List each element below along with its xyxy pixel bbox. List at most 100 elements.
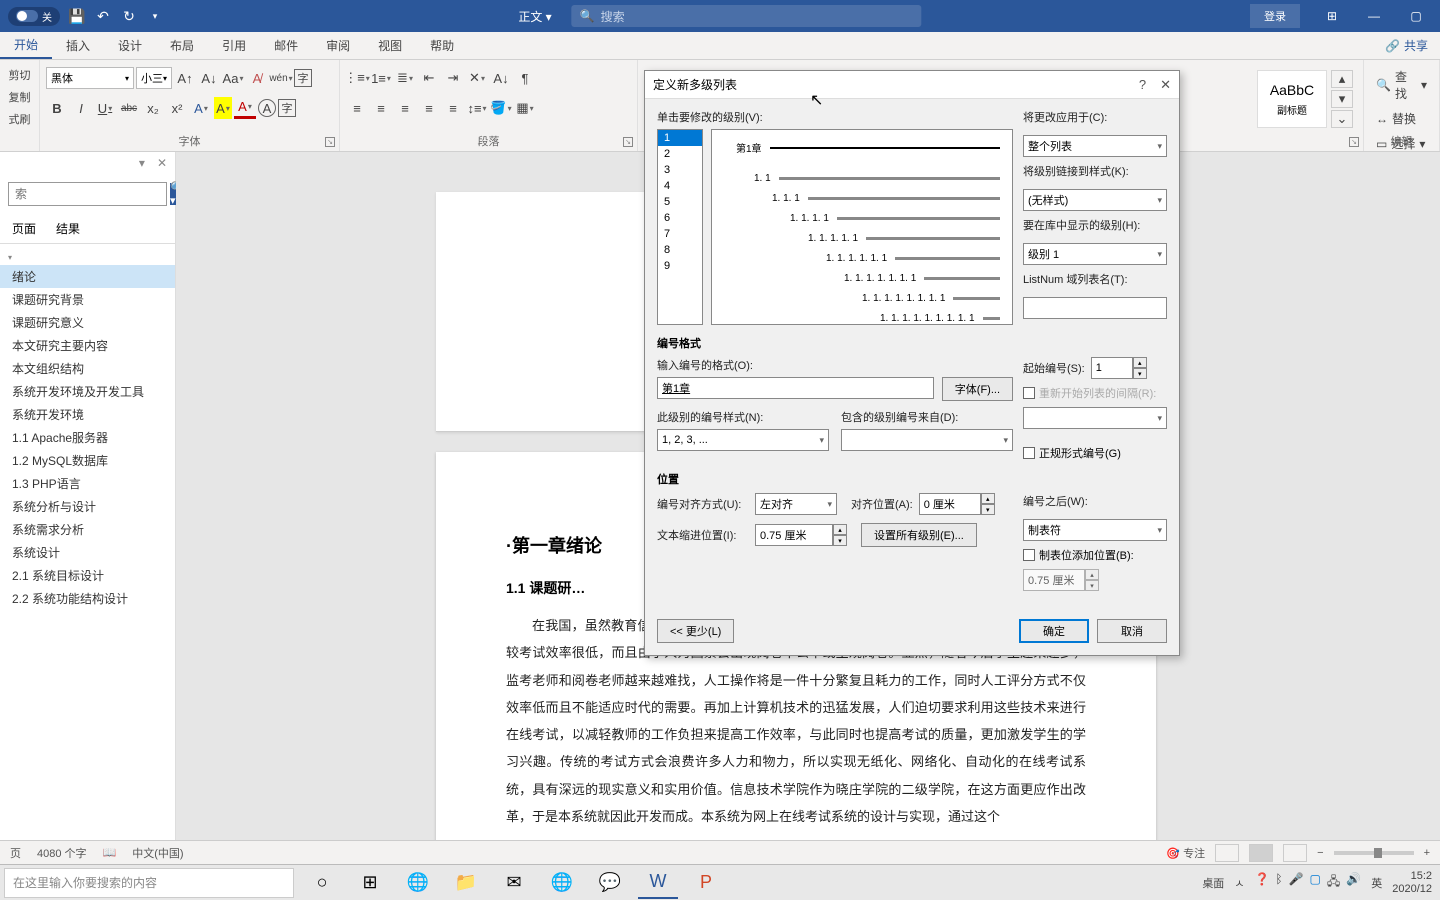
phonetic-guide-icon[interactable]: wén: [270, 67, 292, 89]
decrease-indent-icon[interactable]: ⇤: [418, 67, 440, 89]
tray-volume-icon[interactable]: 🔊: [1346, 872, 1361, 893]
highlight-icon[interactable]: A: [214, 97, 232, 119]
tray-bluetooth-icon[interactable]: ᛒ: [1275, 872, 1282, 893]
bold-button[interactable]: B: [46, 97, 68, 119]
shading-icon[interactable]: 🪣: [490, 97, 512, 119]
level-listbox[interactable]: 1 2 3 4 5 6 7 8 9: [657, 129, 703, 325]
tray-mic-icon[interactable]: 🎤: [1289, 872, 1304, 893]
listnum-input[interactable]: [1023, 297, 1167, 319]
level-item[interactable]: 5: [658, 194, 702, 210]
set-all-levels-button[interactable]: 设置所有级别(E)...: [861, 523, 977, 547]
font-dialog-button[interactable]: 字体(F)...: [942, 377, 1013, 401]
word-icon[interactable]: W: [638, 867, 678, 899]
nav-item[interactable]: ▾: [0, 250, 175, 265]
tab-add-checkbox[interactable]: [1023, 549, 1035, 561]
numfmt-input[interactable]: 第1章: [657, 377, 934, 399]
dialog-titlebar[interactable]: 定义新多级列表 ? ✕: [645, 71, 1179, 99]
nav-item[interactable]: 1.2 MySQL数据库: [0, 449, 175, 472]
char-border-icon[interactable]: A: [258, 99, 276, 117]
tab-insert[interactable]: 插入: [52, 32, 104, 59]
font-size-combo[interactable]: 小三▾: [136, 67, 172, 89]
tab-help[interactable]: 帮助: [416, 32, 468, 59]
status-wordcount[interactable]: 4080 个字: [37, 845, 87, 861]
ime-indicator[interactable]: 英: [1371, 875, 1382, 891]
undo-icon[interactable]: ↶: [94, 7, 112, 25]
style-item-subtitle[interactable]: AaBbC 副标题: [1257, 70, 1327, 128]
search-box[interactable]: 🔍 搜索: [572, 5, 922, 27]
tray-chevron-icon[interactable]: ㅅ: [1234, 875, 1244, 891]
format-painter-button[interactable]: 式刷: [6, 108, 33, 130]
level-item[interactable]: 3: [658, 162, 702, 178]
legal-checkbox[interactable]: [1023, 447, 1035, 459]
align-center-icon[interactable]: ≡: [370, 97, 392, 119]
autosave-toggle[interactable]: 关: [8, 7, 60, 26]
status-language[interactable]: 中文(中国): [132, 845, 183, 861]
char-shading-icon[interactable]: 字: [278, 99, 296, 117]
justify-icon[interactable]: ≡: [418, 97, 440, 119]
shrink-font-icon[interactable]: A↓: [198, 67, 220, 89]
share-button[interactable]: 🔗 共享: [1373, 37, 1440, 54]
clock-time[interactable]: 15:2: [1392, 870, 1432, 882]
styles-more-icon[interactable]: ⌄: [1331, 110, 1353, 128]
clock-date[interactable]: 2020/12: [1392, 883, 1432, 895]
level-item[interactable]: 4: [658, 178, 702, 194]
nav-item[interactable]: 本文组织结构: [0, 357, 175, 380]
apply-to-combo[interactable]: 整个列表: [1023, 135, 1167, 157]
tab-mail[interactable]: 邮件: [260, 32, 312, 59]
italic-button[interactable]: I: [70, 97, 92, 119]
qat-more-icon[interactable]: ▾: [146, 7, 164, 25]
dialog-close-icon[interactable]: ✕: [1160, 77, 1171, 93]
level-item[interactable]: 9: [658, 258, 702, 274]
maximize-button[interactable]: ▢: [1396, 2, 1436, 30]
nav-tab-pages[interactable]: 页面: [12, 220, 36, 237]
save-icon[interactable]: 💾: [68, 7, 86, 25]
redo-icon[interactable]: ↻: [120, 7, 138, 25]
dialog-help-icon[interactable]: ?: [1139, 77, 1146, 93]
explorer-icon[interactable]: 📁: [446, 867, 486, 899]
borders-icon[interactable]: ▦: [514, 97, 536, 119]
replace-button[interactable]: ↔替换: [1370, 106, 1433, 131]
nav-item[interactable]: 2.1 系统目标设计: [0, 564, 175, 587]
nav-item[interactable]: 课题研究意义: [0, 311, 175, 334]
font-color-icon[interactable]: A: [234, 97, 256, 119]
nav-close-icon[interactable]: ✕: [157, 156, 167, 170]
browser-icon[interactable]: 🌐: [542, 867, 582, 899]
level-item[interactable]: 1: [658, 130, 702, 146]
numbering-icon[interactable]: 1≡: [370, 67, 392, 89]
align-combo[interactable]: 左对齐: [755, 493, 837, 515]
increase-indent-icon[interactable]: ⇥: [442, 67, 464, 89]
nav-headings-list[interactable]: ▾ 绪论 课题研究背景 课题研究意义 本文研究主要内容 本文组织结构 系统开发环…: [0, 244, 175, 610]
follow-combo[interactable]: 制表符: [1023, 519, 1167, 541]
superscript-button[interactable]: x²: [166, 97, 188, 119]
align-left-icon[interactable]: ≡: [346, 97, 368, 119]
align-right-icon[interactable]: ≡: [394, 97, 416, 119]
font-dialog-launcher[interactable]: ↘: [325, 137, 335, 147]
nav-item[interactable]: 绪论: [0, 265, 175, 288]
paragraph-dialog-launcher[interactable]: ↘: [623, 137, 633, 147]
edge-icon[interactable]: 🌐: [398, 867, 438, 899]
strikethrough-button[interactable]: abc: [118, 97, 140, 119]
nav-item[interactable]: 系统开发环境: [0, 403, 175, 426]
login-button[interactable]: 登录: [1250, 4, 1300, 28]
status-proof-icon[interactable]: 📖: [103, 846, 117, 859]
tab-layout[interactable]: 布局: [156, 32, 208, 59]
subscript-button[interactable]: x₂: [142, 97, 164, 119]
tray-network-icon[interactable]: 🖧: [1327, 872, 1340, 893]
styles-dialog-launcher[interactable]: ↘: [1349, 137, 1359, 147]
cancel-button[interactable]: 取消: [1097, 619, 1167, 643]
nav-item[interactable]: 系统开发环境及开发工具: [0, 380, 175, 403]
include-combo[interactable]: [841, 429, 1013, 451]
nav-item[interactable]: 系统设计: [0, 541, 175, 564]
tray-graphics-icon[interactable]: ▢: [1310, 872, 1321, 893]
nav-search-input[interactable]: 🔍▾: [8, 182, 167, 206]
clear-format-icon[interactable]: A̸: [246, 67, 268, 89]
view-print-icon[interactable]: [1249, 844, 1273, 862]
styles-up-icon[interactable]: ▴: [1331, 70, 1353, 88]
mail-icon[interactable]: ✉: [494, 867, 534, 899]
tab-home[interactable]: 开始: [0, 32, 52, 59]
show-level-combo[interactable]: 级别 1: [1023, 243, 1167, 265]
nav-item[interactable]: 本文研究主要内容: [0, 334, 175, 357]
link-style-combo[interactable]: (无样式): [1023, 189, 1167, 211]
numstyle-combo[interactable]: 1, 2, 3, ...: [657, 429, 829, 451]
zoom-slider[interactable]: [1334, 851, 1414, 855]
